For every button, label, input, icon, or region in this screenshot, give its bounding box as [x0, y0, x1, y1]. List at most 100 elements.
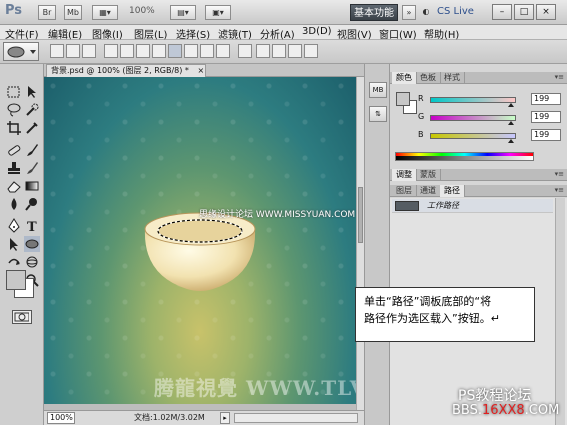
exclude-path-icon[interactable]: [304, 44, 318, 58]
menu-analysis[interactable]: 分析(A): [260, 26, 295, 41]
close-button[interactable]: ×: [536, 4, 556, 20]
red-value-input[interactable]: 199: [531, 93, 561, 105]
menu-file[interactable]: 文件(F): [5, 26, 39, 41]
green-slider-row: G 199: [418, 111, 564, 125]
subtract-from-path-icon[interactable]: [272, 44, 286, 58]
paths-panel-menu-icon[interactable]: ▾≡: [555, 186, 564, 194]
gradient-tool-icon[interactable]: [24, 178, 40, 194]
fill-pixels-icon[interactable]: [82, 44, 96, 58]
minibridge-panel-icon[interactable]: MB: [369, 82, 387, 98]
scroll-thumb[interactable]: [358, 187, 363, 243]
quick-selection-tool-icon[interactable]: [24, 102, 40, 118]
panel-menu-icon[interactable]: ▾≡: [555, 73, 564, 81]
geometry-options-icon[interactable]: [238, 44, 252, 58]
intersect-path-icon[interactable]: [288, 44, 302, 58]
blue-slider[interactable]: [430, 133, 516, 139]
shape-layers-icon[interactable]: [50, 44, 64, 58]
green-slider-knob[interactable]: [508, 121, 514, 125]
tab-styles[interactable]: 样式: [440, 72, 465, 84]
red-slider-knob[interactable]: [508, 103, 514, 107]
menu-layer[interactable]: 图层(L): [134, 26, 167, 41]
3d-rotate-tool-icon[interactable]: [6, 254, 22, 270]
menu-view[interactable]: 视图(V): [337, 26, 372, 41]
green-slider[interactable]: [430, 115, 516, 121]
path-item-work-path[interactable]: 工作路径: [392, 199, 553, 213]
minimize-button[interactable]: –: [492, 4, 512, 20]
document-canvas[interactable]: 思缘设计论坛 WWW.MISSYUAN.COM 腾龍視覺 WWW.TLVI.NE…: [44, 77, 356, 404]
tab-paths[interactable]: 路径: [440, 185, 465, 197]
red-slider[interactable]: [430, 97, 516, 103]
green-value-input[interactable]: 199: [531, 111, 561, 123]
dodge-tool-icon[interactable]: [24, 196, 40, 212]
menu-filter[interactable]: 滤镜(T): [218, 26, 252, 41]
marquee-tool-icon[interactable]: [6, 84, 22, 100]
menu-window[interactable]: 窗口(W): [379, 26, 417, 41]
status-menu-arrow[interactable]: ▸: [220, 412, 230, 424]
eraser-tool-icon[interactable]: [6, 178, 22, 194]
menu-edit[interactable]: 编辑(E): [48, 26, 82, 41]
tab-color[interactable]: 颜色: [392, 72, 417, 84]
tab-layers[interactable]: 图层: [392, 185, 417, 197]
move-tool-icon[interactable]: [24, 84, 40, 100]
menu-select[interactable]: 选择(S): [176, 26, 210, 41]
ellipse-option-icon[interactable]: [168, 44, 182, 58]
spot-healing-tool-icon[interactable]: [6, 142, 22, 158]
tab-channels[interactable]: 通道: [416, 185, 441, 197]
workspace-button[interactable]: 基本功能: [350, 4, 398, 21]
document-tab[interactable]: 背景.psd @ 100% (图层 2, RGB/8) * ×: [46, 64, 206, 77]
tab-adjustments[interactable]: 调整: [392, 169, 417, 181]
path-selection-tool-icon[interactable]: [6, 236, 22, 252]
line-option-icon[interactable]: [200, 44, 214, 58]
screen-mode-icon[interactable]: ▣▾: [205, 5, 231, 20]
rounded-rect-option-icon[interactable]: [152, 44, 166, 58]
lasso-tool-icon[interactable]: [6, 102, 22, 118]
workspace-more-icon[interactable]: »: [402, 5, 416, 20]
status-zoom-field[interactable]: 100%: [47, 412, 75, 424]
color-panel-fg-swatch[interactable]: [396, 92, 410, 106]
type-tool-icon[interactable]: T: [24, 218, 40, 234]
custom-shape-option-icon[interactable]: [216, 44, 230, 58]
view-extras-icon[interactable]: ▦▾: [92, 5, 118, 20]
zoom-level[interactable]: 100%: [129, 6, 155, 16]
window-controls: – □ ×: [492, 4, 556, 20]
3d-orbit-tool-icon[interactable]: [24, 254, 40, 270]
polygon-option-icon[interactable]: [184, 44, 198, 58]
history-brush-tool-icon[interactable]: [24, 160, 40, 176]
cs-live-button[interactable]: CS Live: [437, 6, 474, 17]
tab-swatches[interactable]: 色板: [416, 72, 441, 84]
crop-tool-icon[interactable]: [6, 120, 22, 136]
restore-button[interactable]: □: [514, 4, 534, 20]
freeform-pen-option-icon[interactable]: [120, 44, 134, 58]
brush-tool-icon[interactable]: [24, 142, 40, 158]
paths-scrollbar[interactable]: [555, 198, 565, 425]
menu-help[interactable]: 帮助(H): [424, 26, 459, 41]
add-to-path-icon[interactable]: [256, 44, 270, 58]
quick-mask-icon[interactable]: [12, 310, 32, 324]
history-panel-icon[interactable]: ⇅: [369, 106, 387, 122]
pen-tool-option-icon[interactable]: [104, 44, 118, 58]
canvas-vertical-scrollbar[interactable]: [356, 77, 364, 410]
blue-slider-knob[interactable]: [508, 139, 514, 143]
blue-value-input[interactable]: 199: [531, 129, 561, 141]
menu-3d[interactable]: 3D(D): [302, 26, 332, 37]
arrange-documents-icon[interactable]: ▤▾: [170, 5, 196, 20]
clone-stamp-tool-icon[interactable]: [6, 160, 22, 176]
cs-live-icon: ◐: [422, 7, 430, 16]
bridge-icon[interactable]: Br: [38, 5, 56, 20]
tab-masks[interactable]: 蒙版: [416, 169, 441, 181]
canvas-horizontal-scrollbar[interactable]: [234, 413, 358, 423]
foreground-color-swatch[interactable]: [6, 270, 26, 290]
eyedropper-tool-icon[interactable]: [24, 120, 40, 136]
tool-preset-picker[interactable]: [3, 42, 39, 61]
menu-image[interactable]: 图像(I): [92, 26, 123, 41]
rectangle-option-icon[interactable]: [136, 44, 150, 58]
paths-mode-icon[interactable]: [66, 44, 80, 58]
color-panel-tabs: 颜色 色板 样式 ▾≡: [390, 72, 567, 84]
close-tab-icon[interactable]: ×: [197, 66, 204, 75]
pen-tool-icon[interactable]: [6, 218, 22, 234]
adjust-panel-menu-icon[interactable]: ▾≡: [555, 170, 564, 178]
blur-tool-icon[interactable]: [6, 196, 22, 212]
minibridge-icon[interactable]: Mb: [64, 5, 82, 20]
color-spectrum-ramp[interactable]: [395, 152, 534, 161]
ellipse-tool-icon[interactable]: [24, 236, 40, 252]
